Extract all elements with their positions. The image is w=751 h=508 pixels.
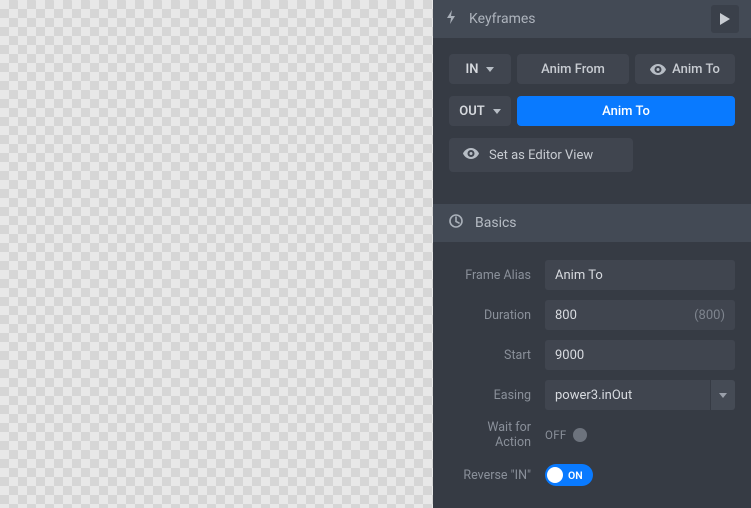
easing-label: Easing: [449, 388, 545, 403]
in-direction-button[interactable]: IN: [449, 54, 511, 84]
toggle-knob-icon: [547, 467, 563, 483]
easing-dropdown-trigger[interactable]: [711, 380, 735, 410]
start-value: 9000: [555, 348, 584, 363]
duration-label: Duration: [449, 308, 545, 323]
in-label: IN: [466, 62, 479, 77]
basics-header: Basics: [433, 204, 751, 242]
set-editor-view-label: Set as Editor View: [489, 148, 593, 163]
out-label: OUT: [459, 104, 485, 119]
in-row: IN Anim From Anim To: [449, 54, 735, 84]
duration-input[interactable]: 800 (800): [545, 300, 735, 330]
duration-hint: (800): [694, 308, 725, 323]
bolt-icon: [445, 10, 457, 28]
reverse-in-label: Reverse "IN": [449, 468, 545, 483]
frame-alias-row: Frame Alias Anim To: [449, 260, 735, 290]
out-row: OUT Anim To: [449, 96, 735, 126]
reverse-in-value: ON: [568, 469, 583, 482]
editor-canvas[interactable]: [0, 0, 433, 508]
caret-down-icon: [486, 67, 494, 72]
start-label: Start: [449, 348, 545, 363]
basics-title: Basics: [475, 215, 517, 231]
frame-alias-value: Anim To: [555, 268, 603, 283]
anim-from-label: Anim From: [541, 62, 605, 77]
anim-from-button[interactable]: Anim From: [517, 54, 629, 84]
keyframes-header: Keyframes: [433, 0, 751, 38]
frame-alias-input[interactable]: Anim To: [545, 260, 735, 290]
wait-for-action-row: Wait for Action OFF: [449, 420, 735, 450]
duration-value: 800: [555, 308, 577, 323]
easing-value: power3.inOut: [555, 388, 632, 403]
easing-row: Easing power3.inOut: [449, 380, 735, 410]
right-panel: Keyframes IN Anim From Anim To: [433, 0, 751, 508]
basics-form: Frame Alias Anim To Duration 800 (800): [449, 242, 735, 490]
caret-down-icon: [719, 393, 727, 398]
caret-down-icon: [493, 109, 501, 114]
keyframes-body: IN Anim From Anim To OUT: [433, 38, 751, 490]
reverse-in-row: Reverse "IN" ON: [449, 460, 735, 490]
play-button[interactable]: [711, 5, 739, 33]
reverse-in-toggle[interactable]: ON: [545, 464, 593, 486]
toggle-knob-icon: [573, 428, 587, 442]
play-icon: [720, 13, 730, 25]
easing-select[interactable]: power3.inOut: [545, 380, 710, 410]
eye-icon: [463, 148, 479, 163]
clock-icon: [449, 214, 463, 232]
anim-to-out-label: Anim To: [602, 104, 650, 119]
out-direction-button[interactable]: OUT: [449, 96, 511, 126]
wait-for-action-value: OFF: [545, 428, 567, 442]
eye-icon: [650, 64, 666, 75]
frame-alias-label: Frame Alias: [449, 268, 545, 283]
anim-to-out-button[interactable]: Anim To: [517, 96, 735, 126]
start-row: Start 9000: [449, 340, 735, 370]
wait-for-action-toggle[interactable]: OFF: [545, 428, 735, 442]
anim-to-in-label: Anim To: [672, 62, 720, 77]
duration-row: Duration 800 (800): [449, 300, 735, 330]
keyframes-title: Keyframes: [469, 11, 536, 27]
start-input[interactable]: 9000: [545, 340, 735, 370]
set-editor-view-button[interactable]: Set as Editor View: [449, 138, 633, 172]
anim-to-in-button[interactable]: Anim To: [635, 54, 735, 84]
basics-section: Basics Frame Alias Anim To Duration: [449, 204, 735, 490]
wait-for-action-label: Wait for Action: [449, 420, 545, 450]
